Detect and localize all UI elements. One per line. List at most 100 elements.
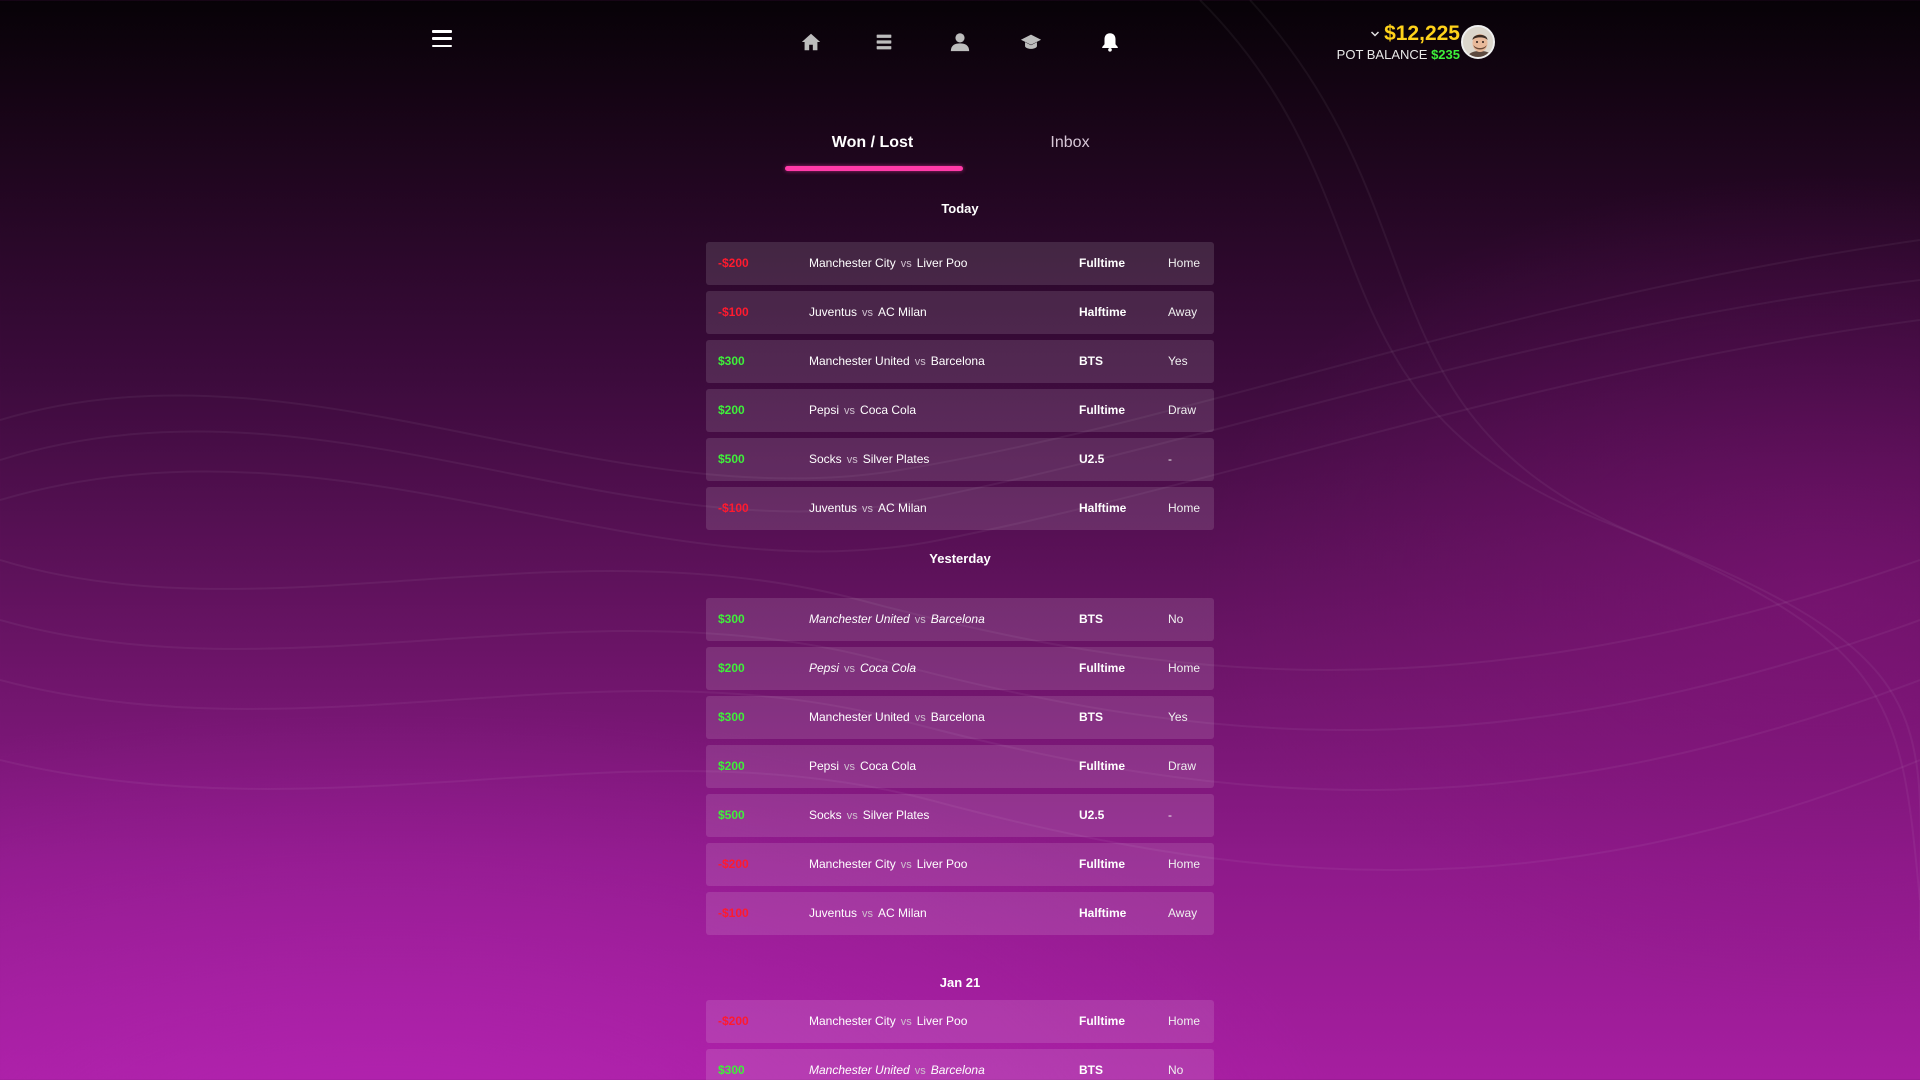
vs-label: vs xyxy=(862,908,874,920)
bet-row[interactable]: -$100 Juventus vs AC Milan Halftime Away xyxy=(706,291,1214,334)
away-team: Barcelona xyxy=(930,354,985,368)
home-team: Manchester United xyxy=(809,354,910,368)
bet-row[interactable]: $500 Socks vs Silver Plates U2.5 - xyxy=(706,794,1214,837)
bet-pick: Home xyxy=(1168,256,1201,270)
list-icon[interactable] xyxy=(869,27,899,57)
vs-label: vs xyxy=(914,1065,926,1077)
match-teams: Manchester United vs Barcelona xyxy=(809,598,985,642)
bet-amount: -$100 xyxy=(718,305,749,319)
bet-amount: $200 xyxy=(718,403,745,417)
match-teams: Manchester United vs Barcelona xyxy=(809,1049,985,1080)
bet-market: Fulltime xyxy=(1079,256,1126,270)
bet-pick: No xyxy=(1168,612,1184,626)
bet-row[interactable]: -$100 Juventus vs AC Milan Halftime Home xyxy=(706,487,1214,530)
bet-market: Fulltime xyxy=(1079,759,1126,773)
bet-market: U2.5 xyxy=(1079,452,1105,466)
bet-row[interactable]: $300 Manchester United vs Barcelona BTS No xyxy=(706,1049,1214,1080)
bet-market: BTS xyxy=(1079,612,1103,626)
bet-row[interactable]: -$200 Manchester City vs Liver Poo Fulltime H… xyxy=(706,242,1214,285)
home-icon[interactable] xyxy=(796,27,826,57)
home-team: Manchester United xyxy=(809,710,910,724)
bet-market: BTS xyxy=(1079,354,1103,368)
bet-amount: $500 xyxy=(718,808,745,822)
graduation-cap-icon[interactable] xyxy=(1016,27,1046,57)
home-team: Juventus xyxy=(809,305,858,319)
vs-label: vs xyxy=(914,712,926,724)
bet-pick: Away xyxy=(1168,906,1198,920)
match-teams: Juventus vs AC Milan xyxy=(809,487,927,531)
away-team: Barcelona xyxy=(930,1063,985,1077)
away-team: Liver Poo xyxy=(916,857,968,871)
bet-row[interactable]: $300 Manchester United vs Barcelona BTS Yes xyxy=(706,340,1214,383)
bell-icon[interactable] xyxy=(1095,27,1125,57)
home-team: Pepsi xyxy=(809,403,840,417)
chevron-down-icon[interactable] xyxy=(1370,29,1380,39)
home-team: Juventus xyxy=(809,906,858,920)
bet-row[interactable]: -$200 Manchester City vs Liver Poo Fulltime H… xyxy=(706,1000,1214,1043)
section-title-today: Today xyxy=(941,201,979,216)
tab-won-lost[interactable]: Won / Lost xyxy=(785,134,960,152)
away-team: Barcelona xyxy=(930,612,985,626)
bet-list-today: -$200 Manchester City vs Liver Poo Fulltime H… xyxy=(706,242,1214,536)
bet-amount: -$200 xyxy=(718,1014,749,1028)
bet-amount: -$200 xyxy=(718,256,749,270)
home-team: Manchester City xyxy=(809,1014,896,1028)
vs-label: vs xyxy=(846,810,858,822)
away-team: Liver Poo xyxy=(916,256,968,270)
match-teams: Manchester United vs Barcelona xyxy=(809,340,985,384)
away-team: Coca Cola xyxy=(860,403,917,417)
match-teams: Pepsi vs Coca Cola xyxy=(809,389,916,433)
bet-pick: Draw xyxy=(1168,403,1197,417)
bet-pick: Home xyxy=(1168,1014,1201,1028)
bet-row[interactable]: -$100 Juventus vs AC Milan Halftime Away xyxy=(706,892,1214,935)
bet-market: BTS xyxy=(1079,1063,1103,1077)
bet-row[interactable]: $200 Pepsi vs Coca Cola Fulltime Draw xyxy=(706,745,1214,788)
avatar[interactable] xyxy=(1461,25,1495,59)
tab-inbox[interactable]: Inbox xyxy=(1020,134,1120,152)
bet-market: U2.5 xyxy=(1079,808,1105,822)
bet-amount: $500 xyxy=(718,452,745,466)
match-teams: Manchester United vs Barcelona xyxy=(809,696,985,740)
bet-amount: -$200 xyxy=(718,857,749,871)
bet-list-yesterday: $300 Manchester United vs Barcelona BTS No $20… xyxy=(706,598,1214,941)
match-teams: Juventus vs AC Milan xyxy=(809,892,927,936)
bet-row[interactable]: $500 Socks vs Silver Plates U2.5 - xyxy=(706,438,1214,481)
bet-row[interactable]: $200 Pepsi vs Coca Cola Fulltime Home xyxy=(706,647,1214,690)
away-team: Coca Cola xyxy=(860,661,917,675)
match-teams: Pepsi vs Coca Cola xyxy=(809,745,916,789)
account-balance: $12,225 xyxy=(1384,22,1460,45)
away-team: Barcelona xyxy=(930,710,985,724)
bet-amount: $300 xyxy=(718,710,745,724)
bet-row[interactable]: $300 Manchester United vs Barcelona BTS No xyxy=(706,598,1214,641)
away-team: Silver Plates xyxy=(862,808,930,822)
vs-label: vs xyxy=(844,405,856,417)
home-team: Pepsi xyxy=(809,759,840,773)
match-teams: Pepsi vs Coca Cola xyxy=(809,647,916,691)
bet-market: Halftime xyxy=(1079,906,1127,920)
bet-row[interactable]: $300 Manchester United vs Barcelona BTS Yes xyxy=(706,696,1214,739)
bet-pick: - xyxy=(1168,452,1172,466)
home-team: Juventus xyxy=(809,501,858,515)
bet-pick: No xyxy=(1168,1063,1184,1077)
bet-amount: $200 xyxy=(718,661,745,675)
tab-bar: Won / Lost Inbox xyxy=(0,128,1920,178)
home-team: Manchester United xyxy=(809,1063,910,1077)
bet-row[interactable]: -$200 Manchester City vs Liver Poo Fulltime H… xyxy=(706,843,1214,886)
bet-row[interactable]: $200 Pepsi vs Coca Cola Fulltime Draw xyxy=(706,389,1214,432)
bet-pick: Yes xyxy=(1168,710,1188,724)
pot-balance: POT BALANCE $235 xyxy=(1320,47,1460,62)
vs-label: vs xyxy=(862,307,874,319)
balance-panel[interactable]: $12,225 POT BALANCE $235 xyxy=(1320,22,1460,62)
bet-pick: Home xyxy=(1168,857,1201,871)
user-icon[interactable] xyxy=(945,27,975,57)
bet-market: Fulltime xyxy=(1079,661,1126,675)
main-nav xyxy=(0,27,1920,57)
away-team: Coca Cola xyxy=(860,759,917,773)
match-teams: Manchester City vs Liver Poo xyxy=(809,843,967,887)
bet-pick: Home xyxy=(1168,501,1201,515)
vs-label: vs xyxy=(900,258,912,270)
bet-pick: Yes xyxy=(1168,354,1188,368)
home-team: Manchester City xyxy=(809,256,896,270)
bet-pick: Home xyxy=(1168,661,1201,675)
away-team: AC Milan xyxy=(878,501,927,515)
